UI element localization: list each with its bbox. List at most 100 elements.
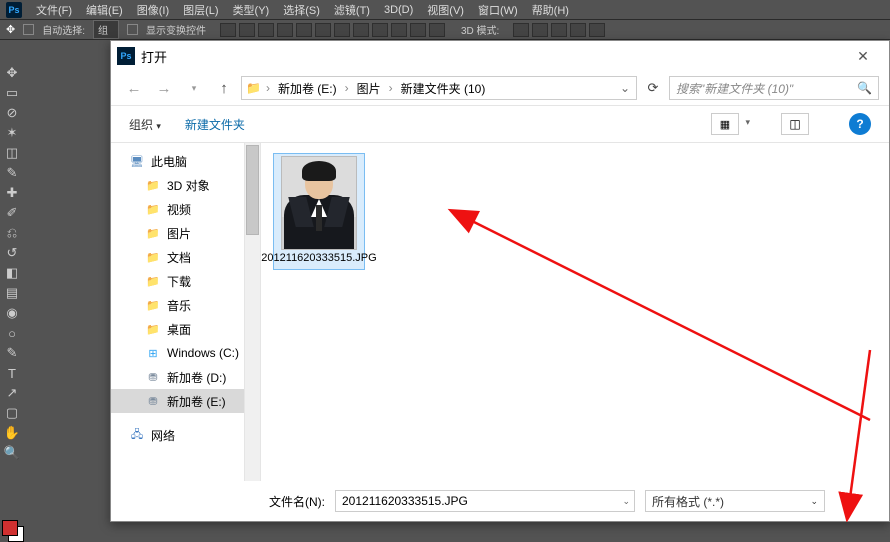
auto-select-checkbox[interactable] (23, 24, 34, 35)
nav-up-icon[interactable]: ↑ (211, 77, 237, 99)
chevron-right-icon[interactable]: › (263, 81, 273, 95)
tree-scrollbar[interactable]: ▴ (244, 143, 260, 481)
path-tool-icon[interactable]: ↗ (3, 384, 21, 402)
menu-layer[interactable]: 图层(L) (183, 2, 218, 18)
history-brush-icon[interactable]: ↺ (3, 244, 21, 262)
chevron-down-icon[interactable]: ▾ (745, 117, 750, 128)
dodge-tool-icon[interactable]: ○ (3, 324, 21, 342)
wand-tool-icon[interactable]: ✶ (3, 124, 21, 142)
tree-drive-c[interactable]: ⊞Windows (C:) (111, 341, 260, 365)
chevron-down-icon[interactable]: ⌄ (622, 496, 630, 507)
crumb-folder1[interactable]: 图片 (354, 78, 384, 99)
pc-icon: 🖥 (129, 154, 145, 168)
crumb-folder2[interactable]: 新建文件夹 (10) (398, 78, 489, 99)
tree-documents[interactable]: 📁文档 (111, 245, 260, 269)
menu-type[interactable]: 类型(Y) (233, 2, 270, 18)
folder-tree: 🖥此电脑 📁3D 对象 📁视频 📁图片 📁文档 📁下载 📁 音乐 📁桌面 ⊞Win… (111, 143, 261, 481)
eraser-tool-icon[interactable]: ◧ (3, 264, 21, 282)
folder-icon: 📁 (145, 298, 161, 312)
blur-tool-icon[interactable]: ◉ (3, 304, 21, 322)
chevron-right-icon[interactable]: › (386, 81, 396, 95)
show-transform-checkbox[interactable] (127, 24, 138, 35)
tree-desktop[interactable]: 📁桌面 (111, 317, 260, 341)
chevron-down-icon: ▾ (156, 121, 161, 131)
file-name: 201211620333515.JPG (261, 250, 376, 267)
lasso-tool-icon[interactable]: ⊘ (3, 104, 21, 122)
scrollbar-thumb[interactable] (246, 145, 259, 235)
folder-icon: 📁 (145, 322, 161, 336)
ps-toolbar: ✥ ▭ ⊘ ✶ ◫ ✎ ✚ ✐ ⎌ ↺ ◧ ▤ ◉ ○ ✎ T ↗ ▢ ✋ 🔍 (0, 40, 24, 462)
eyedropper-tool-icon[interactable]: ✎ (3, 164, 21, 182)
hand-tool-icon[interactable]: ✋ (3, 424, 21, 442)
open-file-dialog: Ps 打开 ✕ ← → ▾ ↑ 📁 › 新加卷 (E:) › 图片 › 新建文件… (110, 40, 890, 522)
zoom-tool-icon[interactable]: 🔍 (3, 444, 21, 462)
tree-music[interactable]: 📁 音乐 (111, 293, 260, 317)
menu-help[interactable]: 帮助(H) (532, 2, 569, 18)
tree-network[interactable]: 🖧网络 (111, 423, 260, 447)
filetype-select[interactable]: 所有格式 (*.*) ⌄ (645, 490, 825, 512)
tree-label: 音乐 (167, 297, 191, 314)
chevron-down-icon[interactable]: ⌄ (618, 81, 632, 95)
close-icon[interactable]: ✕ (843, 48, 883, 65)
align-icons[interactable] (220, 23, 445, 37)
file-list[interactable]: 201211620333515.JPG (261, 143, 889, 481)
folder-icon: 📁 (145, 202, 161, 216)
preview-pane-button[interactable]: ◫ (781, 113, 809, 135)
menu-select[interactable]: 选择(S) (283, 2, 320, 18)
menu-edit[interactable]: 编辑(E) (86, 2, 123, 18)
menu-filter[interactable]: 滤镜(T) (334, 2, 370, 18)
folder-icon: 📁 (246, 81, 261, 95)
tree-drive-d[interactable]: ⛃ 新加卷 (D:) (111, 365, 260, 389)
folder-icon: 📁 (145, 250, 161, 264)
crop-tool-icon[interactable]: ◫ (3, 144, 21, 162)
tree-pictures[interactable]: 📁图片 (111, 221, 260, 245)
select-mode[interactable]: 组 (93, 20, 119, 39)
crumb-drive[interactable]: 新加卷 (E:) (275, 78, 340, 99)
gradient-tool-icon[interactable]: ▤ (3, 284, 21, 302)
tree-label: 新加卷 (E:) (167, 393, 226, 410)
nav-recent-icon[interactable]: ▾ (181, 77, 207, 99)
shape-tool-icon[interactable]: ▢ (3, 404, 21, 422)
file-item[interactable]: 201211620333515.JPG (273, 153, 365, 270)
tree-this-pc[interactable]: 🖥此电脑 (111, 149, 260, 173)
tree-videos[interactable]: 📁视频 (111, 197, 260, 221)
menu-image[interactable]: 图像(I) (137, 2, 169, 18)
nav-back-icon[interactable]: ← (121, 77, 147, 99)
tree-3d[interactable]: 📁3D 对象 (111, 173, 260, 197)
breadcrumb-bar[interactable]: 📁 › 新加卷 (E:) › 图片 › 新建文件夹 (10) ⌄ (241, 76, 637, 100)
brush-tool-icon[interactable]: ✐ (3, 204, 21, 222)
heal-tool-icon[interactable]: ✚ (3, 184, 21, 202)
filename-input[interactable]: 201211620333515.JPG ⌄ (335, 490, 635, 512)
new-folder-button[interactable]: 新建文件夹 (185, 116, 245, 133)
foreground-color-swatch[interactable] (2, 520, 18, 536)
nav-forward-icon[interactable]: → (151, 77, 177, 99)
move-tool-icon[interactable]: ✥ (3, 64, 21, 82)
filename-label: 文件名(N): (129, 493, 325, 510)
tree-downloads[interactable]: 📁下载 (111, 269, 260, 293)
menu-view[interactable]: 视图(V) (427, 2, 464, 18)
ps-options-bar: ✥ 自动选择: 组 显示变换控件 3D 模式: (0, 20, 890, 40)
menu-window[interactable]: 窗口(W) (478, 2, 518, 18)
help-icon[interactable]: ? (849, 113, 871, 135)
ps-menubar: Ps 文件(F) 编辑(E) 图像(I) 图层(L) 类型(Y) 选择(S) 滤… (0, 0, 890, 20)
chevron-right-icon[interactable]: › (342, 81, 352, 95)
stamp-tool-icon[interactable]: ⎌ (3, 224, 21, 242)
view-mode-button[interactable]: ▦▾ (711, 113, 739, 135)
file-thumbnail (281, 156, 357, 250)
search-input[interactable]: 搜索"新建文件夹 (10)" 🔍 (669, 76, 879, 100)
dialog-body: 🖥此电脑 📁3D 对象 📁视频 📁图片 📁文档 📁下载 📁 音乐 📁桌面 ⊞Win… (111, 143, 889, 481)
text-tool-icon[interactable]: T (3, 364, 21, 382)
mode3d-icons[interactable] (513, 23, 605, 37)
menu-file[interactable]: 文件(F) (36, 2, 72, 18)
refresh-icon[interactable]: ⟳ (641, 76, 665, 100)
ps-logo-icon: Ps (6, 2, 22, 18)
tree-label: 新加卷 (D:) (167, 369, 226, 386)
menu-3d[interactable]: 3D(D) (384, 4, 413, 16)
pen-tool-icon[interactable]: ✎ (3, 344, 21, 362)
dialog-title: 打开 (141, 47, 843, 66)
organize-menu[interactable]: 组织 ▾ (129, 116, 161, 133)
tree-drive-e[interactable]: ⛃新加卷 (E:) (111, 389, 260, 413)
ps-dialog-icon: Ps (117, 47, 135, 65)
drive-icon: ⛃ (145, 370, 161, 384)
marquee-tool-icon[interactable]: ▭ (3, 84, 21, 102)
